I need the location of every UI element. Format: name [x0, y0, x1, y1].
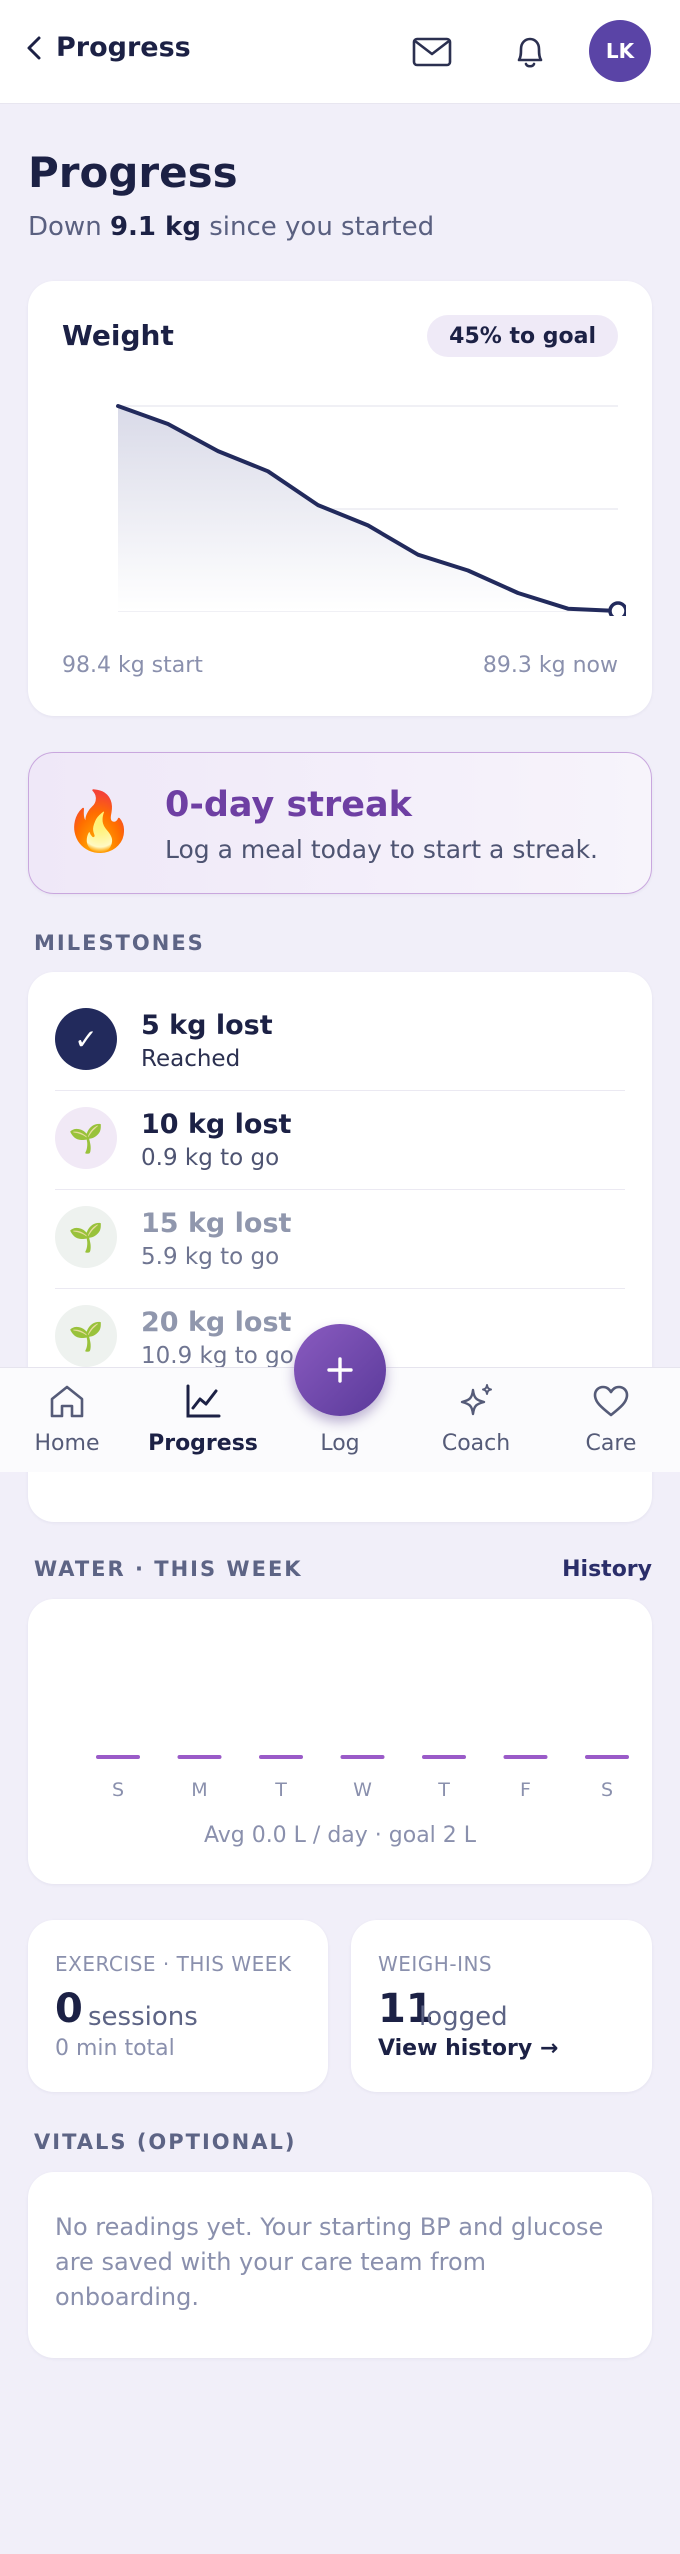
water-bar [422, 1755, 466, 1759]
weighins-card: WEIGH-INS 11 logged View history → [351, 1920, 652, 2092]
subtitle-value: 9.1 kg [109, 212, 201, 242]
milestone-name: 5 kg lost [141, 1010, 273, 1041]
weight-now-label: 89.3 kg now [482, 653, 618, 678]
milestones-label: MILESTONES [34, 931, 205, 955]
nav-care[interactable]: Care [556, 1368, 666, 1473]
nav-home[interactable]: Home [12, 1368, 122, 1473]
weighins-label: WEIGH-INS [378, 1952, 493, 1976]
weight-start-label: 98.4 kg start [62, 653, 203, 678]
milestone-item: 🌱 10 kg lost 0.9 kg to go [55, 1091, 625, 1190]
water-card: S M T W T F S Avg 0.0 L / day · goal 2 L [28, 1599, 652, 1884]
notifications-button[interactable] [508, 30, 552, 74]
vitals-label: VITALS (OPTIONAL) [34, 2130, 297, 2154]
water-day-label: M [191, 1779, 207, 1801]
water-average: Avg 0.0 L / day · goal 2 L [203, 1823, 477, 1848]
exercise-minutes: 0 min total [55, 2036, 175, 2061]
water-bar [585, 1755, 629, 1759]
milestone-name: 20 kg lost [141, 1307, 292, 1338]
milestone-status: 0.9 kg to go [141, 1145, 280, 1171]
back-label: Progress [56, 32, 191, 63]
chevron-left-icon [27, 36, 41, 59]
weighins-unit: logged [419, 2002, 508, 2032]
water-bar [259, 1755, 303, 1759]
fire-icon: 🔥 [63, 787, 136, 855]
heart-icon [593, 1385, 629, 1417]
view-history-link[interactable]: View history → [378, 2036, 558, 2061]
water-bar [177, 1755, 222, 1759]
weight-title: Weight [62, 319, 174, 352]
water-day-label: W [353, 1779, 372, 1801]
check-icon: ✓ [55, 1008, 117, 1070]
milestone-item: 🌱 15 kg lost 5.9 kg to go [55, 1190, 625, 1289]
seedling-icon: 🌱 [55, 1305, 117, 1367]
weight-current-point [608, 601, 626, 616]
water-label: WATER · THIS WEEK [34, 1557, 303, 1581]
water-chart: SMTWTFS [96, 1755, 629, 1801]
avatar-initials: LK [605, 39, 635, 63]
exercise-unit: sessions [88, 2002, 198, 2032]
bell-icon [517, 37, 543, 68]
mail-icon [412, 37, 452, 67]
streak-card[interactable]: 🔥 0-day streak Log a meal today to start… [28, 752, 652, 894]
vitals-text: No readings yet. Your starting BP and gl… [55, 2213, 604, 2311]
water-history-link[interactable]: History [562, 1557, 652, 1582]
streak-subtitle: Log a meal today to start a streak. [165, 835, 599, 864]
plus-icon [327, 1357, 353, 1383]
home-icon [50, 1385, 84, 1418]
vitals-card: No readings yet. Your starting BP and gl… [28, 2172, 652, 2358]
nav-coach-label: Coach [441, 1431, 511, 1456]
milestone-name: 10 kg lost [141, 1109, 292, 1140]
seedling-icon: 🌱 [55, 1206, 117, 1268]
weight-card: Weight 45% to goal 98.4 kg start 89.3 kg… [28, 281, 652, 716]
nav-log-label: Log [320, 1431, 360, 1456]
weight-chart [116, 404, 626, 616]
page-subtitle: Down 9.1 kg since you started [28, 212, 434, 242]
streak-title: 0-day streak [165, 785, 412, 825]
water-bar [340, 1755, 385, 1759]
goal-badge: 45% to goal [427, 315, 618, 357]
milestone-name: 15 kg lost [141, 1208, 292, 1239]
water-bar [96, 1755, 140, 1759]
nav-home-label: Home [34, 1431, 100, 1456]
subtitle-suffix: since you started [200, 212, 435, 242]
nav-progress-label: Progress [148, 1431, 258, 1456]
exercise-card[interactable]: EXERCISE · THIS WEEK 0 sessions 0 min to… [28, 1920, 328, 2092]
top-bar: Progress LK [0, 0, 680, 104]
milestone-status: 5.9 kg to go [141, 1244, 280, 1270]
milestone-status: Reached [141, 1046, 241, 1072]
water-day-label: T [274, 1779, 287, 1801]
nav-progress[interactable]: Progress [148, 1368, 258, 1473]
sparkle-icon [460, 1384, 492, 1416]
milestone-item: ✓ 5 kg lost Reached [55, 992, 625, 1091]
exercise-count: 0 [55, 1986, 83, 2032]
water-bar [503, 1755, 548, 1759]
back-button[interactable]: Progress [26, 32, 191, 63]
water-day-label: T [437, 1779, 450, 1801]
page-title: Progress [28, 148, 238, 197]
nav-care-label: Care [585, 1431, 637, 1456]
water-day-label: F [520, 1779, 531, 1801]
water-day-label: S [601, 1779, 613, 1801]
chart-icon [186, 1384, 221, 1418]
avatar[interactable]: LK [589, 20, 651, 82]
subtitle-prefix: Down [28, 212, 110, 242]
exercise-label: EXERCISE · THIS WEEK [55, 1952, 292, 1976]
seedling-icon: 🌱 [55, 1107, 117, 1169]
water-day-label: S [112, 1779, 124, 1801]
mail-button[interactable] [410, 30, 454, 74]
milestone-status: 10.9 kg to go [141, 1343, 294, 1369]
nav-coach[interactable]: Coach [421, 1368, 531, 1473]
log-fab-button[interactable] [294, 1324, 386, 1416]
